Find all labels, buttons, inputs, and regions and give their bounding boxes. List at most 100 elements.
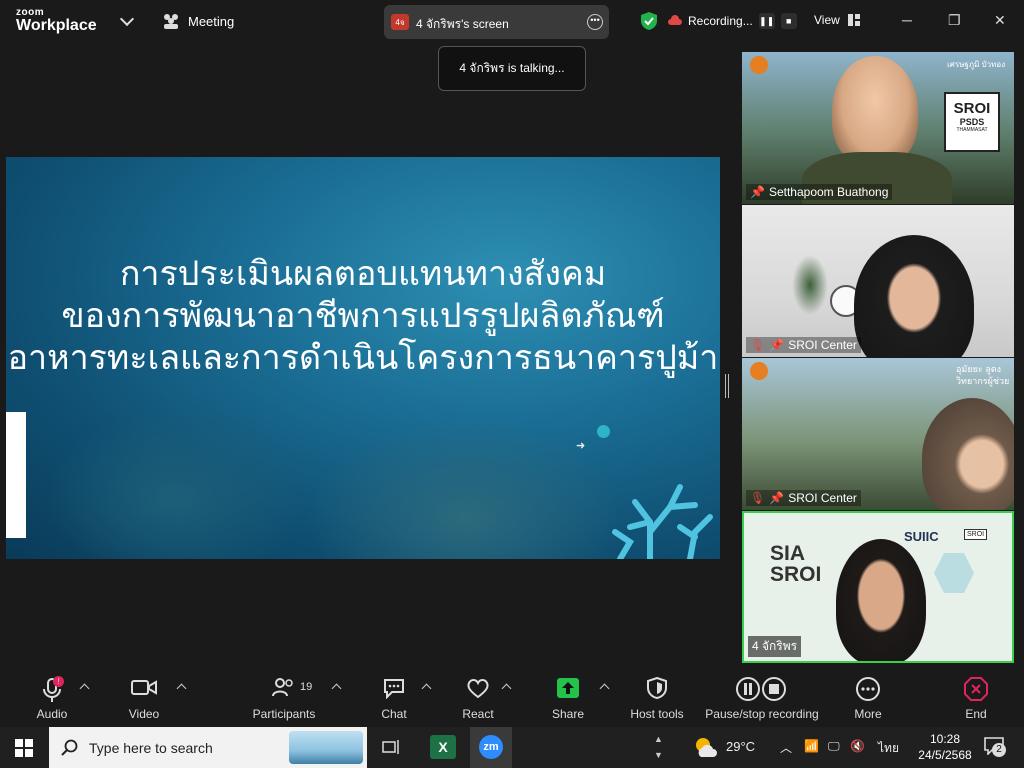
suiic-logo: SUIIC xyxy=(904,529,939,544)
participant-name-tag: 📌 Setthapoom Buathong xyxy=(746,184,893,200)
network-icon[interactable]: 📶 xyxy=(804,739,819,753)
audio-options-caret[interactable] xyxy=(79,683,90,694)
view-label: View xyxy=(814,13,840,27)
meeting-label: Meeting xyxy=(188,13,235,29)
virtual-bg-line-1: SIA xyxy=(770,542,806,565)
participants-icon xyxy=(272,678,293,697)
recording-label: Recording... xyxy=(688,14,753,28)
slide-accent-bar xyxy=(6,412,26,538)
mic-muted-icon: 🎙 xyxy=(750,338,766,352)
university-logo xyxy=(750,56,768,74)
close-icon[interactable]: ✕ xyxy=(994,12,1006,29)
react-options-caret[interactable] xyxy=(501,683,512,694)
meeting-controls: ! Audio Video 19 Participants Chat React… xyxy=(0,669,1024,727)
participant-video xyxy=(854,235,974,357)
pause-stop-icon xyxy=(736,677,786,701)
pause-stop-label: Pause/stop recording xyxy=(705,707,819,721)
pin-icon: 📌 xyxy=(769,338,785,352)
search-icon xyxy=(61,739,78,756)
brand-big: Workplace xyxy=(16,17,97,34)
input-language[interactable]: ไทย xyxy=(878,739,899,758)
zoom-taskbar-icon[interactable]: zm xyxy=(470,727,512,768)
pause-stop-recording-button[interactable]: Pause/stop recording xyxy=(700,669,824,727)
search-highlight-image xyxy=(289,731,363,764)
video-button[interactable]: Video xyxy=(120,669,168,727)
notification-count: 2 xyxy=(992,743,1006,757)
react-button[interactable]: React xyxy=(456,669,500,727)
meeting-menu[interactable]: Meeting xyxy=(162,13,234,29)
speaker-muted-icon[interactable]: 🔇 xyxy=(850,739,865,753)
badge-sub: PSDS xyxy=(959,117,985,127)
minimize-icon[interactable]: ─ xyxy=(902,12,912,28)
slide-title: การประเมินผลตอบแทนทางสังคม ของการพัฒนาอา… xyxy=(6,253,720,379)
display-icon[interactable]: 🖵 xyxy=(828,739,840,754)
end-button[interactable]: End xyxy=(954,669,998,727)
cursor-icon: ➜ xyxy=(576,440,586,452)
participants-options-caret[interactable] xyxy=(331,683,342,694)
splitter-handle[interactable] xyxy=(725,374,729,398)
security-shield-icon[interactable] xyxy=(640,11,658,31)
slide-title-line-2: ของการพัฒนาอาชีพการแปรรูปผลิตภัณฑ์ xyxy=(61,297,665,335)
participant-name: SROI Center xyxy=(788,338,857,352)
host-tools-button[interactable]: Host tools xyxy=(626,669,688,727)
taskbar-search[interactable]: Type here to search xyxy=(49,727,367,768)
clock-date: 24/5/2568 xyxy=(918,748,972,762)
chat-button[interactable]: Chat xyxy=(372,669,416,727)
host-tools-label: Host tools xyxy=(630,707,684,721)
reef-background xyxy=(46,407,306,559)
windows-start-icon[interactable] xyxy=(15,739,33,757)
participants-button[interactable]: 19 Participants xyxy=(250,669,318,727)
active-speaker-tile[interactable]: SIA SROI SUIIC SROI 4 จักริพร xyxy=(742,511,1014,663)
more-icon xyxy=(856,677,880,701)
sroi-badge: SROI PSDS THAMMASAT xyxy=(944,92,1000,152)
os-taskbar: Type here to search X zm ▲ ▼ 29°C ︿ 📶 🖵 🔇… xyxy=(0,727,1024,768)
camera-icon xyxy=(131,680,157,695)
talking-notification: 4 จักริพร is talking... xyxy=(438,46,586,91)
virtual-bg-line-2: SROI xyxy=(770,563,822,586)
more-button[interactable]: More xyxy=(846,669,890,727)
search-placeholder: Type here to search xyxy=(89,740,213,756)
hexagon-decoration xyxy=(934,553,974,593)
pause-recording-button[interactable]: ❚❚ xyxy=(758,13,775,29)
view-menu[interactable]: View xyxy=(814,13,860,27)
chat-icon xyxy=(384,679,404,699)
participant-name: SROI Center xyxy=(788,491,857,505)
video-tile[interactable]: เศรษฐภูมิ บัวทอง SROI PSDS THAMMASAT 📌 S… xyxy=(742,52,1014,204)
chevron-down-icon[interactable] xyxy=(119,11,135,27)
participants-count: 19 xyxy=(300,681,313,693)
audio-label: Audio xyxy=(36,707,68,721)
temperature[interactable]: 29°C xyxy=(726,739,755,754)
video-options-caret[interactable] xyxy=(176,683,187,694)
heart-icon xyxy=(467,679,489,699)
end-meeting-icon xyxy=(964,677,988,701)
video-tile[interactable]: อุมัยยะ ลูตง วิทยากรผู้ช่วย 🎙 📌 SROI Cen… xyxy=(742,358,1014,510)
audio-alert-badge: ! xyxy=(53,676,64,687)
badge-title: SROI xyxy=(953,100,991,117)
share-button[interactable]: Share xyxy=(546,669,590,727)
taskbar-scroll[interactable]: ▲ ▼ xyxy=(654,731,663,763)
shared-screen: การประเมินผลตอบแทนทางสังคม ของการพัฒนาอา… xyxy=(6,157,720,559)
tile-header-subtext: วิทยากรผู้ช่วย xyxy=(956,376,1010,386)
participant-name-tag: 🎙 📌 SROI Center xyxy=(746,490,861,506)
chevron-up-icon[interactable]: ︿ xyxy=(780,739,792,756)
participant-name-tag: 🎙 📌 SROI Center xyxy=(746,337,861,353)
share-options-caret[interactable] xyxy=(599,683,610,694)
more-options-icon[interactable]: ••• xyxy=(587,14,603,30)
chat-options-caret[interactable] xyxy=(421,683,432,694)
clock[interactable]: 10:28 24/5/2568 xyxy=(914,731,976,763)
video-tile[interactable]: 🎙 📌 SROI Center xyxy=(742,205,1014,357)
excel-taskbar-icon[interactable]: X xyxy=(430,735,456,759)
weather-icon xyxy=(696,738,717,757)
stop-recording-button[interactable]: ■ xyxy=(780,13,797,29)
chat-label: Chat xyxy=(381,707,407,721)
screen-share-indicator[interactable]: 4จ 4 จักริพร's screen ••• xyxy=(384,5,609,39)
coral-decoration xyxy=(612,484,713,559)
task-view-icon[interactable] xyxy=(382,739,400,755)
badge-caption: THAMMASAT xyxy=(956,127,988,133)
notification-center[interactable]: 2 xyxy=(984,737,1006,760)
audio-button[interactable]: ! Audio xyxy=(28,669,76,727)
title-bar: zoom Workplace Meeting 4จ 4 จักริพร's sc… xyxy=(0,0,1024,44)
app-logo: zoom Workplace xyxy=(16,8,97,34)
participants-label: Participants xyxy=(252,707,316,721)
maximize-icon[interactable]: ❐ xyxy=(948,12,961,29)
